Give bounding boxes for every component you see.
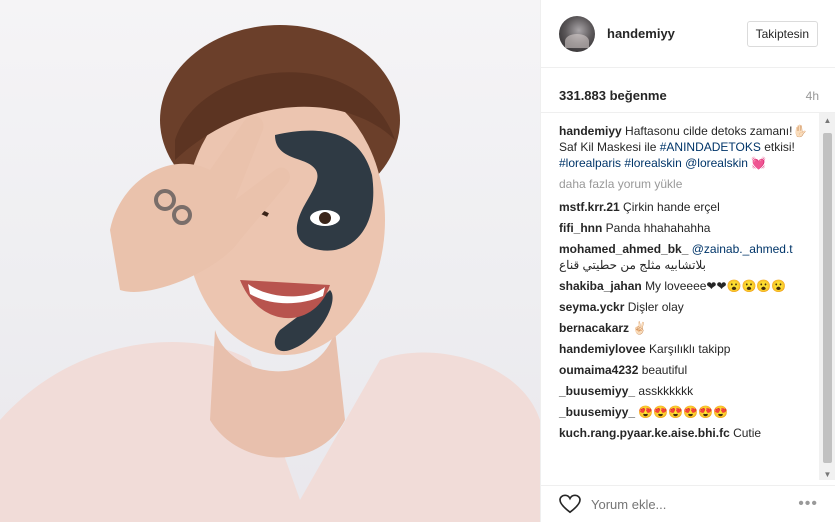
comment-username[interactable]: oumaima4232 bbox=[559, 363, 638, 377]
comments-section: handemiyy Haftasonu cilde detoks zamanı!… bbox=[541, 112, 835, 480]
comment-text: Çirkin hande erçel bbox=[623, 200, 720, 214]
comment-username[interactable]: shakiba_jahan bbox=[559, 279, 642, 293]
following-button[interactable]: Takiptesin bbox=[746, 20, 818, 47]
post-time[interactable]: 4h bbox=[806, 89, 819, 103]
comment-username[interactable]: fifi_hnn bbox=[559, 221, 602, 235]
photo-illustration bbox=[0, 25, 540, 522]
comment-username[interactable]: handemiylovee bbox=[559, 342, 646, 356]
comment-mention[interactable]: @zainab._ahmed.t bbox=[692, 242, 793, 256]
comment-text: beautiful bbox=[641, 363, 688, 377]
caption-text-3: etkisi! bbox=[764, 140, 795, 154]
comment-text: بلاتشابيه مثلج من حطيتي قناع bbox=[559, 258, 706, 272]
comment: fifi_hnn Panda hhahahahha bbox=[559, 220, 809, 236]
caption-username[interactable]: handemiyy bbox=[559, 124, 622, 138]
instagram-post: handemiyy Takiptesin 331.883 beğenme 4h … bbox=[0, 0, 835, 522]
comment-username[interactable]: seyma.yckr bbox=[559, 300, 624, 314]
post-photo[interactable] bbox=[0, 0, 540, 522]
add-comment-input[interactable] bbox=[591, 491, 799, 517]
comment: mohamed_ahmed_bk_ @zainab._ahmed.t بلاتش… bbox=[559, 241, 809, 273]
comment-text: Dişler olay bbox=[627, 300, 684, 314]
comment-text: ✌🏻 bbox=[632, 321, 648, 335]
comment-text: Panda hhahahahha bbox=[605, 221, 711, 235]
comment: _buusemiyy_ 😍😍😍😍😍😍 bbox=[559, 404, 809, 420]
comment: oumaima4232 beautiful bbox=[559, 362, 809, 378]
scrollbar-thumb[interactable] bbox=[823, 133, 832, 463]
avatar[interactable] bbox=[559, 15, 595, 52]
comment-text: Karşılıklı takipp bbox=[649, 342, 731, 356]
comment-username[interactable]: kuch.rang.pyaar.ke.aise.bhi.fc bbox=[559, 426, 730, 440]
post-side-panel: handemiyy Takiptesin 331.883 beğenme 4h … bbox=[540, 0, 835, 522]
comments-scrollbar[interactable]: ▲ ▼ bbox=[819, 113, 835, 480]
comment-text: My loveeee❤❤😮😮😮😮 bbox=[645, 279, 787, 293]
mention-lorealskin[interactable]: @lorealskin bbox=[685, 156, 748, 170]
load-more-comments-link[interactable]: daha fazla yorum yükle bbox=[559, 177, 809, 191]
hashtag-anindadetoks[interactable]: #ANINDADETOKS bbox=[660, 140, 761, 154]
caption: handemiyy Haftasonu cilde detoks zamanı!… bbox=[559, 123, 809, 171]
scroll-up-arrow-icon[interactable]: ▲ bbox=[819, 113, 835, 127]
comment-username[interactable]: _buusemiyy_ bbox=[559, 384, 635, 398]
comment-username[interactable]: bernacakarz bbox=[559, 321, 629, 335]
author-username[interactable]: handemiyy bbox=[607, 26, 747, 41]
comment-text: asskkkkkk bbox=[638, 384, 694, 398]
comment-text: Cutie bbox=[733, 426, 762, 440]
comment: kuch.rang.pyaar.ke.aise.bhi.fc Cutie bbox=[559, 425, 809, 441]
comment: shakiba_jahan My loveeee❤❤😮😮😮😮 bbox=[559, 278, 809, 294]
more-options-icon[interactable]: ••• bbox=[798, 495, 818, 513]
likes-count[interactable]: 331.883 beğenme bbox=[559, 88, 667, 103]
scroll-down-arrow-icon[interactable]: ▼ bbox=[819, 467, 835, 480]
post-stats: 331.883 beğenme 4h bbox=[559, 88, 819, 103]
caption-text-1: Haftasonu cilde detoks zamanı! bbox=[625, 124, 793, 138]
comment: mstf.krr.21 Çirkin hande erçel bbox=[559, 199, 809, 215]
comment: bernacakarz ✌🏻 bbox=[559, 320, 809, 336]
heart-outline-icon[interactable] bbox=[559, 494, 581, 514]
comments-list: handemiyy Haftasonu cilde detoks zamanı!… bbox=[559, 123, 809, 446]
hand-emoji-icon: ✋🏻 bbox=[792, 124, 808, 138]
hashtag-lorealskin[interactable]: #lorealskin bbox=[624, 156, 681, 170]
comment: _buusemiyy_ asskkkkkk bbox=[559, 383, 809, 399]
comment-username[interactable]: mohamed_ahmed_bk_ bbox=[559, 242, 688, 256]
hashtag-lorealparis[interactable]: #lorealparis bbox=[559, 156, 621, 170]
post-header: handemiyy Takiptesin bbox=[541, 0, 835, 68]
caption-text-2: Saf Kil Maskesi ile bbox=[559, 140, 657, 154]
heart-emoji-icon: 💓 bbox=[751, 156, 767, 170]
comment-username[interactable]: mstf.krr.21 bbox=[559, 200, 620, 214]
comment: handemiylovee Karşılıklı takipp bbox=[559, 341, 809, 357]
comment-bar: ••• bbox=[541, 485, 835, 522]
comment-text: 😍😍😍😍😍😍 bbox=[638, 405, 729, 419]
comment-username[interactable]: _buusemiyy_ bbox=[559, 405, 635, 419]
comment: seyma.yckr Dişler olay bbox=[559, 299, 809, 315]
